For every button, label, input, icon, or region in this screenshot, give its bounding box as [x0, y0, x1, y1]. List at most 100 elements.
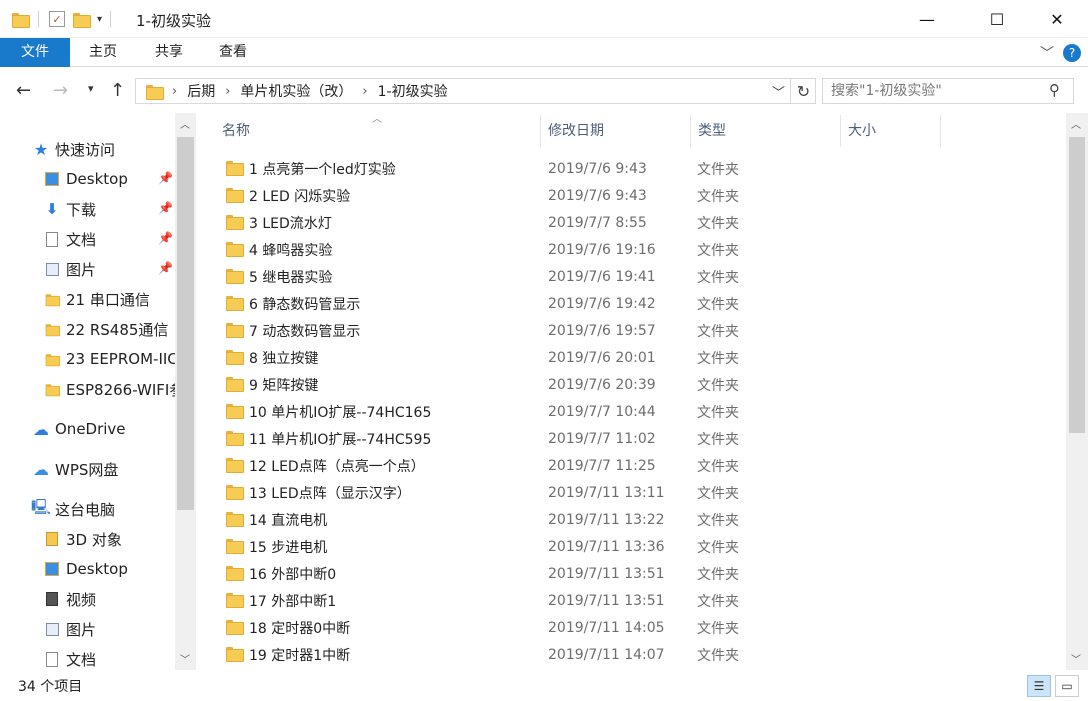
breadcrumb-item[interactable]: 后期 [187, 81, 215, 101]
up-arrow-icon[interactable]: ↑ [110, 80, 125, 101]
nav-this-pc[interactable]: 🖳 这台电脑 [31, 494, 115, 524]
column-divider[interactable] [690, 115, 691, 147]
nav-scrollbar[interactable]: ︿ ﹀ [175, 113, 196, 670]
chevron-right-icon[interactable]: › [172, 84, 177, 99]
file-date: 2019/7/7 11:02 [548, 430, 656, 447]
breadcrumb-item[interactable]: 单片机实验（改） [240, 81, 352, 101]
nav-item-pictures[interactable]: 图片 [44, 254, 96, 284]
nav-label: 文档 [66, 230, 97, 249]
scrollbar-thumb[interactable] [1069, 137, 1085, 433]
folder-icon [12, 12, 30, 28]
file-row[interactable]: 1 点亮第一个led灯实验 2019/7/6 9:43 文件夹 [200, 155, 1066, 182]
nav-item-folder[interactable]: ESP8266-WIFI参 [44, 374, 184, 404]
column-divider[interactable] [540, 115, 541, 147]
pin-icon[interactable]: 📌 [158, 261, 173, 275]
breadcrumb-item[interactable]: 1-初级实验 [378, 81, 448, 101]
file-type: 文件夹 [697, 377, 739, 394]
column-header-name[interactable]: 名称 [222, 115, 540, 147]
tab-view[interactable]: 查看 [204, 38, 262, 67]
column-header-type[interactable]: 类型 [698, 115, 840, 147]
file-row[interactable]: 6 静态数码管显示 2019/7/6 19:42 文件夹 [200, 290, 1066, 317]
nav-item-downloads[interactable]: ⬇ 下载 [44, 194, 96, 224]
address-dropdown-icon[interactable]: ﹀ [772, 82, 785, 101]
file-date: 2019/7/6 19:42 [548, 295, 656, 312]
column-divider[interactable] [840, 115, 841, 147]
nav-item-folder[interactable]: 21 串口通信 [44, 284, 150, 314]
pin-icon[interactable]: 📌 [158, 171, 173, 185]
file-type: 文件夹 [697, 242, 739, 259]
nav-item-folder[interactable]: 23 EEPROM-IIC [44, 344, 178, 374]
chevron-right-icon[interactable]: › [225, 84, 230, 99]
scroll-down-icon[interactable]: ﹀ [180, 651, 190, 666]
column-header-size[interactable]: 大小 [848, 115, 940, 147]
file-date: 2019/7/7 11:25 [548, 457, 656, 474]
file-row[interactable]: 3 LED流水灯 2019/7/7 8:55 文件夹 [200, 209, 1066, 236]
close-button[interactable]: ✕ [1034, 0, 1080, 38]
nav-item-pictures[interactable]: 图片 [44, 614, 96, 644]
details-view-button[interactable]: ☰ [1027, 675, 1051, 697]
minimize-button[interactable]: — [904, 0, 950, 38]
file-row[interactable]: 11 单片机IO扩展--74HC595 2019/7/7 11:02 文件夹 [200, 425, 1066, 452]
navigation-pane: ★ 快速访问 Desktop 📌 ⬇ 下载 📌 文档 📌 图片 📌 21 串口通… [0, 113, 196, 670]
folder-icon [226, 350, 244, 365]
scroll-up-icon[interactable]: ︿ [1071, 116, 1081, 131]
properties-icon[interactable]: ✓ [49, 11, 65, 27]
nav-quick-access[interactable]: ★ 快速访问 [33, 134, 115, 164]
scroll-down-icon[interactable]: ﹀ [1071, 651, 1081, 666]
scroll-up-icon[interactable]: ︿ [180, 116, 190, 131]
chevron-right-icon[interactable]: › [362, 84, 367, 99]
file-row[interactable]: 5 继电器实验 2019/7/6 19:41 文件夹 [200, 263, 1066, 290]
address-bar[interactable]: › 后期 › 单片机实验（改） › 1-初级实验 ﹀ ↻ [135, 78, 816, 104]
refresh-icon[interactable]: ↻ [790, 79, 816, 103]
file-row[interactable]: 14 直流电机 2019/7/11 13:22 文件夹 [200, 506, 1066, 533]
nav-item-folder[interactable]: 22 RS485通信 [44, 314, 168, 344]
column-divider[interactable] [940, 115, 941, 147]
file-row[interactable]: 17 外部中断1 2019/7/11 13:51 文件夹 [200, 587, 1066, 614]
nav-item-3d-objects[interactable]: 3D 对象 [44, 524, 122, 554]
pin-icon[interactable]: 📌 [158, 201, 173, 215]
search-icon[interactable]: ⚲ [1049, 81, 1060, 99]
file-row[interactable]: 19 定时器1中断 2019/7/11 14:07 文件夹 [200, 641, 1066, 668]
nav-wps[interactable]: ☁ WPS网盘 [33, 454, 118, 484]
file-row[interactable]: 15 步进电机 2019/7/11 13:36 文件夹 [200, 533, 1066, 560]
file-row[interactable]: 2 LED 闪烁实验 2019/7/6 9:43 文件夹 [200, 182, 1066, 209]
file-row[interactable]: 8 独立按键 2019/7/6 20:01 文件夹 [200, 344, 1066, 371]
scrollbar-thumb[interactable] [177, 137, 194, 510]
nav-item-documents[interactable]: 文档 [44, 644, 96, 670]
file-row[interactable]: 4 蜂鸣器实验 2019/7/6 19:16 文件夹 [200, 236, 1066, 263]
tab-home[interactable]: 主页 [74, 38, 132, 67]
file-row[interactable]: 12 LED点阵（点亮一个点） 2019/7/7 11:25 文件夹 [200, 452, 1066, 479]
nav-item-desktop[interactable]: Desktop [44, 164, 128, 194]
recent-locations-icon[interactable]: ▾ [88, 82, 94, 95]
file-name: 18 定时器0中断 [249, 620, 351, 637]
file-row[interactable]: 16 外部中断0 2019/7/11 13:51 文件夹 [200, 560, 1066, 587]
pin-icon[interactable]: 📌 [158, 231, 173, 245]
nav-onedrive[interactable]: ☁ OneDrive [33, 414, 126, 444]
forward-arrow-icon[interactable]: → [53, 80, 68, 101]
nav-item-documents[interactable]: 文档 [44, 224, 96, 254]
file-row[interactable]: 13 LED点阵（显示汉字） 2019/7/11 13:11 文件夹 [200, 479, 1066, 506]
file-row[interactable]: 10 单片机IO扩展--74HC165 2019/7/7 10:44 文件夹 [200, 398, 1066, 425]
nav-item-videos[interactable]: 视频 [44, 584, 96, 614]
tab-share[interactable]: 共享 [140, 38, 198, 67]
large-icons-view-button[interactable]: ▭ [1055, 675, 1079, 697]
column-header-date[interactable]: 修改日期 [548, 115, 690, 147]
help-icon[interactable]: ? [1063, 44, 1081, 62]
divider [38, 11, 39, 27]
maximize-button[interactable]: ☐ [974, 0, 1020, 38]
file-list-scrollbar[interactable]: ︿ ﹀ [1066, 113, 1088, 670]
chevron-down-icon[interactable]: ﹀ [1040, 43, 1054, 63]
new-folder-icon[interactable] [73, 12, 91, 28]
search-input[interactable] [831, 80, 1041, 102]
file-row[interactable]: 7 动态数码管显示 2019/7/6 19:57 文件夹 [200, 317, 1066, 344]
folder-icon [226, 215, 244, 230]
file-type: 文件夹 [697, 350, 739, 367]
file-date: 2019/7/11 13:51 [548, 565, 665, 582]
tab-file[interactable]: 文件 [0, 38, 70, 67]
nav-item-desktop[interactable]: Desktop [44, 554, 128, 584]
file-row[interactable]: 18 定时器0中断 2019/7/11 14:05 文件夹 [200, 614, 1066, 641]
back-arrow-icon[interactable]: ← [16, 80, 31, 101]
file-name: 1 点亮第一个led灯实验 [249, 161, 396, 178]
file-row[interactable]: 9 矩阵按键 2019/7/6 20:39 文件夹 [200, 371, 1066, 398]
customize-toolbar-icon[interactable]: ▾ [97, 14, 102, 25]
